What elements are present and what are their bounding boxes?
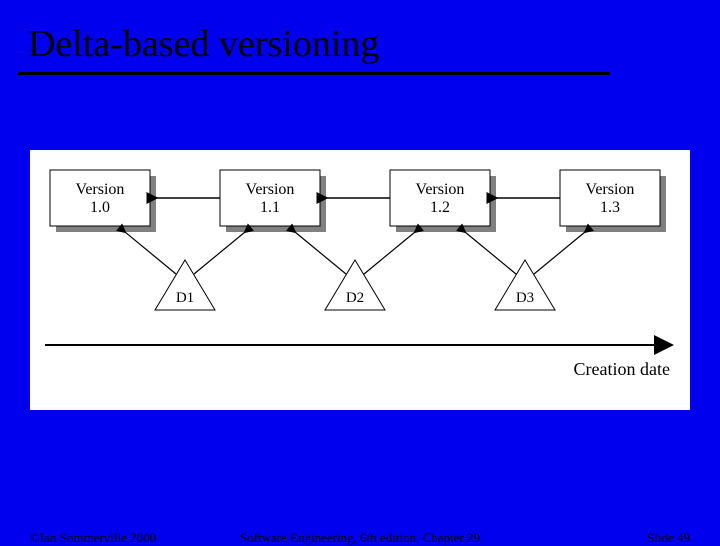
footer-slide-number: Slide 49 — [647, 530, 690, 546]
slide: Delta-based versioning Version1.0 V — [0, 0, 720, 540]
delta-2: D2 — [325, 260, 385, 310]
delta-label-1: D1 — [176, 290, 194, 306]
version-box-3: Version1.2 — [390, 170, 496, 232]
axis-label: Creation date — [574, 359, 670, 379]
version-box-4: Version1.3 — [560, 170, 666, 232]
version-box-2: Version1.1 — [220, 170, 326, 232]
delta-3: D3 — [495, 260, 555, 310]
version-box-1: Version1.0 — [50, 170, 156, 232]
diagram-svg: Version1.0 Version1.1 Version1.2 Version… — [30, 150, 690, 410]
delta-label-2: D2 — [346, 290, 364, 306]
slide-title: Delta-based versioning — [28, 22, 379, 66]
delta-1: D1 — [155, 260, 215, 310]
footer-book-chapter: Software Engineering, 6th edition. Chapt… — [0, 530, 720, 546]
diagram-panel: Version1.0 Version1.1 Version1.2 Version… — [30, 150, 690, 410]
delta-label-3: D3 — [516, 290, 534, 306]
title-underline — [18, 72, 610, 75]
